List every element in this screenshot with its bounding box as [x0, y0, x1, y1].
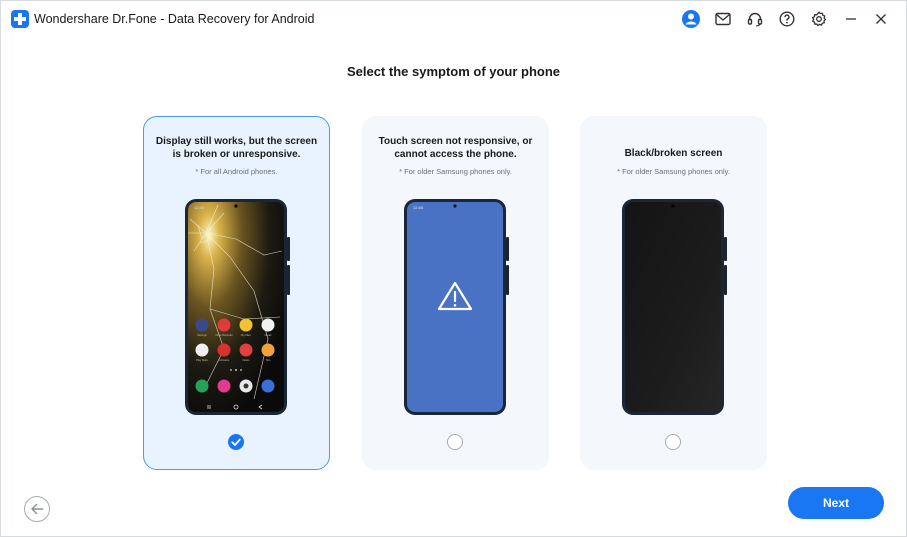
account-icon[interactable]: [681, 9, 701, 29]
svg-text:Contacts: Contacts: [219, 358, 230, 362]
svg-text:12:45: 12:45: [194, 205, 205, 210]
svg-text:Voice Recorder: Voice Recorder: [215, 333, 233, 337]
svg-text:Play Store: Play Store: [196, 358, 209, 362]
page-title: Select the symptom of your phone: [346, 64, 561, 79]
next-button[interactable]: Next: [788, 487, 884, 519]
option-title: Black/broken screen: [624, 148, 723, 159]
option-note: * For all Android phones.: [195, 167, 278, 176]
svg-text:Settings: Settings: [197, 333, 207, 337]
mail-icon[interactable]: [713, 9, 733, 29]
support-headset-icon[interactable]: [745, 9, 765, 29]
svg-text:My Files: My Files: [241, 333, 251, 337]
option-card-black-screen[interactable]: Black/broken screen * For older Samsung …: [580, 116, 767, 470]
title-bar: Wondershare Dr.Fone - Data Recovery for …: [1, 1, 906, 37]
help-icon[interactable]: [777, 9, 797, 29]
app-window: Wondershare Dr.Fone - Data Recovery for …: [0, 0, 907, 537]
drfone-logo-icon: [11, 10, 29, 28]
minimize-icon[interactable]: [841, 9, 861, 29]
cracked-screen-phone-icon: 12:45 Settings Voice Recorder My Files G…: [184, 199, 290, 415]
svg-text:Notes: Notes: [243, 358, 250, 362]
option-title: Display still works, but the screen is b…: [155, 136, 318, 160]
option-card-display-works[interactable]: Display still works, but the screen is b…: [143, 116, 330, 470]
warning-screen-phone-icon: 12:45: [403, 199, 509, 415]
option-radio[interactable]: [447, 434, 463, 450]
svg-text:Gmail: Gmail: [265, 333, 272, 337]
option-note: * For older Samsung phones only.: [399, 167, 512, 176]
option-radio[interactable]: [665, 434, 681, 450]
svg-text:12:45: 12:45: [413, 205, 424, 210]
option-title: Touch screen not responsive, or cannot a…: [378, 136, 533, 160]
back-button[interactable]: [24, 496, 50, 522]
back-arrow-icon: [31, 503, 44, 515]
settings-gear-icon[interactable]: [809, 9, 829, 29]
option-radio-selected[interactable]: [228, 434, 244, 450]
option-note: * For older Samsung phones only.: [617, 167, 730, 176]
close-icon[interactable]: [871, 9, 891, 29]
black-screen-phone-icon: [621, 199, 727, 415]
option-card-touch-not-responsive[interactable]: Touch screen not responsive, or cannot a…: [362, 116, 549, 470]
window-title: Wondershare Dr.Fone - Data Recovery for …: [34, 12, 315, 26]
svg-text:Tips: Tips: [266, 358, 272, 362]
